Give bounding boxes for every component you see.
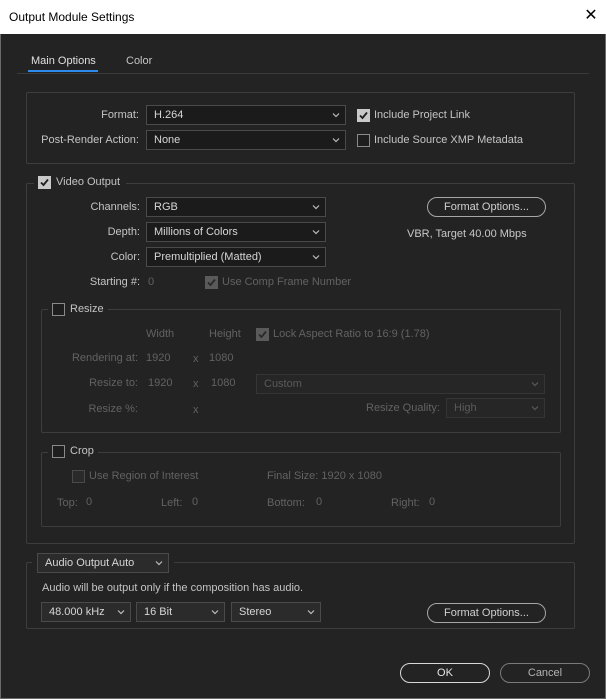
- channels-label: Channels:: [90, 201, 140, 213]
- starting-number-label: Starting #:: [89, 276, 140, 288]
- crop-bottom-value[interactable]: 0: [316, 496, 322, 508]
- bitrate-info: VBR, Target 40.00 Mbps: [407, 228, 527, 240]
- depth-label: Depth:: [107, 226, 140, 238]
- color-value: Premultiplied (Matted): [154, 251, 262, 263]
- post-render-label: Post-Render Action:: [41, 134, 139, 146]
- use-roi-label: Use Region of Interest: [89, 470, 199, 482]
- post-render-dropdown[interactable]: None: [146, 130, 346, 150]
- include-project-link-label: Include Project Link: [374, 109, 470, 121]
- crop-group: [41, 452, 561, 527]
- ok-button[interactable]: OK: [400, 663, 490, 683]
- cancel-button[interactable]: Cancel: [500, 663, 590, 683]
- width-header: Width: [146, 328, 175, 340]
- resize-preset-value: Custom: [264, 378, 302, 390]
- post-render-value: None: [154, 134, 181, 146]
- crop-bottom-label: Bottom:: [267, 497, 305, 509]
- rendering-at-label: Rendering at:: [71, 352, 138, 364]
- title-bar: Output Module Settings ✕: [0, 0, 606, 34]
- audio-note: Audio will be output only if the composi…: [42, 582, 304, 594]
- tab-color[interactable]: Color: [126, 55, 152, 67]
- format-value: H.264: [154, 109, 184, 121]
- chevron-down-icon: [531, 406, 539, 411]
- include-xmp-label: Include Source XMP Metadata: [374, 134, 523, 146]
- crop-left-value[interactable]: 0: [192, 496, 198, 508]
- chevron-down-icon: [307, 610, 315, 615]
- lock-aspect-label: Lock Aspect Ratio to 16:9 (1.78): [273, 328, 430, 340]
- tab-divider: [17, 73, 589, 74]
- crop-left-label: Left:: [161, 497, 183, 509]
- audio-channels-dropdown[interactable]: Stereo: [231, 602, 321, 622]
- chevron-down-icon: [312, 205, 320, 210]
- checkmark-icon: [258, 330, 267, 339]
- checkmark-icon: [40, 178, 49, 187]
- resize-to-height[interactable]: 1080: [211, 377, 235, 389]
- use-comp-frame-label: Use Comp Frame Number: [222, 276, 351, 288]
- resize-percent-times: x: [193, 404, 199, 416]
- resize-to-width[interactable]: 1920: [148, 377, 172, 389]
- audio-bits-value: 16 Bit: [144, 606, 173, 618]
- resize-checkbox[interactable]: [52, 303, 65, 316]
- tab-main-options[interactable]: Main Options: [31, 55, 96, 67]
- chevron-down-icon: [312, 230, 320, 235]
- crop-checkbox[interactable]: [52, 445, 65, 458]
- color-label: Color:: [110, 251, 140, 263]
- video-output-heading: Video Output: [56, 176, 121, 188]
- resize-to-label: Resize to:: [89, 377, 138, 389]
- crop-top-label: Top:: [57, 497, 78, 509]
- crop-heading: Crop: [70, 445, 94, 457]
- resize-quality-label: Resize Quality:: [366, 402, 440, 414]
- resize-preset-dropdown[interactable]: Custom: [256, 374, 545, 394]
- active-tab-indicator: [28, 70, 98, 72]
- include-project-link-checkbox[interactable]: [357, 109, 370, 122]
- resize-percent-label: Resize %:: [88, 403, 138, 415]
- rendering-times: x: [193, 353, 199, 365]
- height-header: Height: [209, 328, 241, 340]
- final-size-label: Final Size: 1920 x 1080: [267, 470, 382, 482]
- audio-format-options-button[interactable]: Format Options...: [427, 603, 546, 623]
- audio-rate-dropdown[interactable]: 48.000 kHz: [41, 602, 131, 622]
- include-xmp-checkbox[interactable]: [357, 134, 370, 147]
- video-format-options-button[interactable]: Format Options...: [427, 197, 546, 217]
- chevron-down-icon: [211, 610, 219, 615]
- crop-right-label: Right:: [391, 497, 420, 509]
- chevron-down-icon: [531, 382, 539, 387]
- window-title: Output Module Settings: [9, 10, 135, 24]
- color-dropdown[interactable]: Premultiplied (Matted): [146, 247, 326, 267]
- audio-output-mode-value: Audio Output Auto: [45, 557, 135, 569]
- depth-value: Millions of Colors: [154, 226, 238, 238]
- format-label: Format:: [101, 109, 139, 121]
- format-dropdown[interactable]: H.264: [146, 105, 346, 125]
- crop-top-value[interactable]: 0: [86, 496, 92, 508]
- checkmark-icon: [207, 278, 216, 287]
- audio-rate-value: 48.000 kHz: [49, 606, 105, 618]
- chevron-down-icon: [117, 610, 125, 615]
- chevron-down-icon: [332, 113, 340, 118]
- resize-to-times: x: [193, 378, 199, 390]
- audio-output-mode-dropdown[interactable]: Audio Output Auto: [37, 553, 169, 573]
- chevron-down-icon: [155, 561, 163, 566]
- chevron-down-icon: [332, 138, 340, 143]
- audio-channels-value: Stereo: [239, 606, 272, 618]
- depth-dropdown[interactable]: Millions of Colors: [146, 222, 326, 242]
- channels-value: RGB: [154, 201, 178, 213]
- crop-right-value[interactable]: 0: [429, 496, 435, 508]
- rendering-width: 1920: [146, 352, 171, 364]
- resize-quality-dropdown[interactable]: High: [446, 398, 545, 418]
- starting-number-value[interactable]: 0: [148, 276, 154, 288]
- checkmark-icon: [359, 111, 368, 120]
- lock-aspect-checkbox[interactable]: [256, 328, 269, 341]
- general-group: [26, 92, 575, 164]
- audio-bits-dropdown[interactable]: 16 Bit: [136, 602, 225, 622]
- channels-dropdown[interactable]: RGB: [146, 197, 326, 217]
- use-comp-frame-checkbox[interactable]: [205, 276, 218, 289]
- close-icon[interactable]: ✕: [582, 6, 600, 26]
- use-roi-checkbox[interactable]: [72, 470, 85, 483]
- rendering-height: 1080: [209, 352, 234, 364]
- chevron-down-icon: [312, 255, 320, 260]
- resize-heading: Resize: [70, 303, 104, 315]
- video-output-checkbox[interactable]: [38, 176, 51, 189]
- resize-quality-value: High: [454, 402, 477, 414]
- window-border-left: [0, 34, 1, 699]
